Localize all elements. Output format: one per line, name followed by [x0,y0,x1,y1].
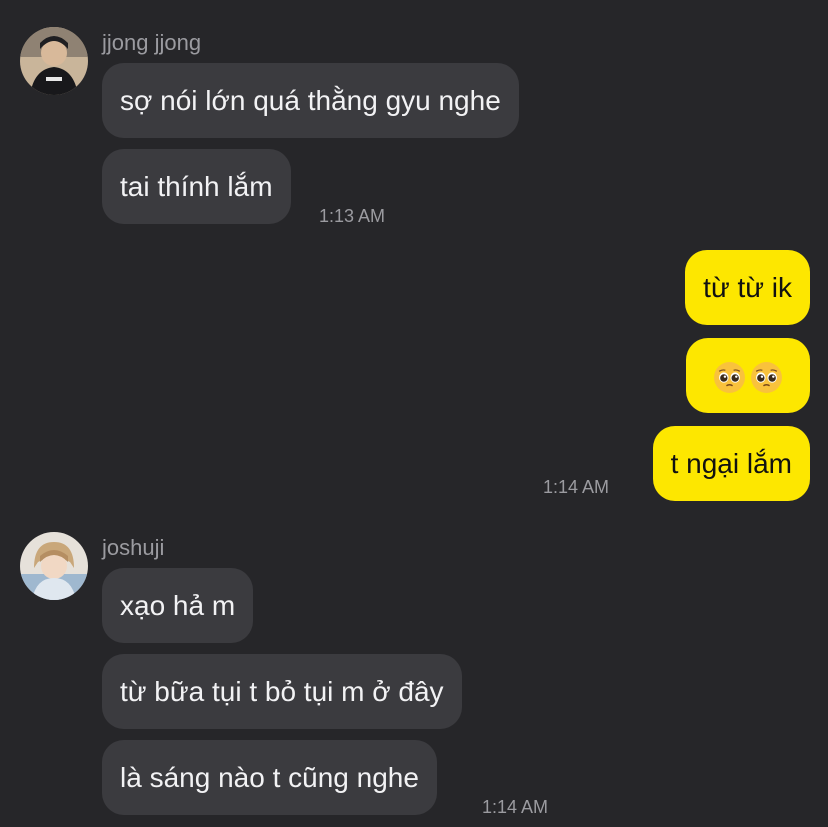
message-bubble[interactable]: là sáng nào t cũng nghe [102,740,437,815]
message-bubble-outgoing[interactable]: từ từ ik [685,250,810,325]
message-bubble-outgoing[interactable]: 🥺🥺 [686,338,810,413]
message-bubble[interactable]: sợ nói lớn quá thằng gyu nghe [102,63,519,138]
avatar-joshuji[interactable] [20,532,88,600]
sender-name: joshuji [102,535,165,560]
message-bubble[interactable]: từ bữa tụi t bỏ tụi m ở đây [102,654,462,729]
timestamp: 1:14 AM [543,477,610,497]
message-bubble[interactable]: tai thính lắm [102,149,291,224]
pleading-face-emoji-icon [751,362,782,394]
pleading-face-emoji-icon [714,362,745,394]
sender-name: jjong jjong [102,30,202,55]
timestamp: 1:13 AM [319,206,386,226]
message-bubble-outgoing[interactable]: t ngại lắm [652,426,810,501]
timestamp: 1:14 AM [482,797,549,817]
avatar-jjong[interactable] [20,27,88,95]
message-bubble[interactable]: xạo hả m [102,568,254,643]
